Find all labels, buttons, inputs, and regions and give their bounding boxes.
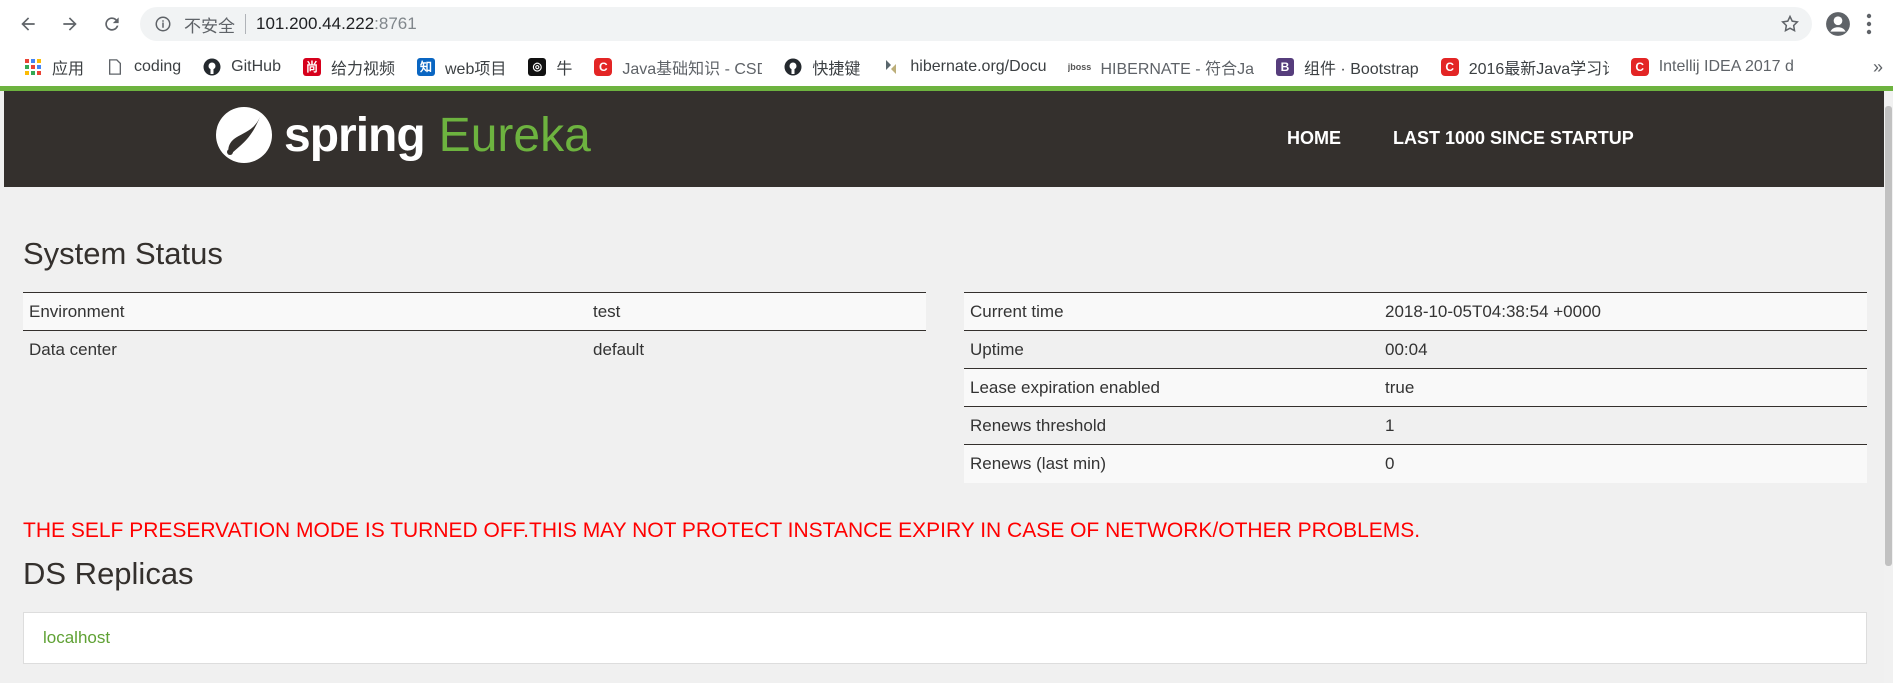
bookmark-video[interactable]: 尚 给力视频 (302, 55, 395, 79)
profile-icon[interactable] (1825, 11, 1851, 37)
ds-replicas-panel: localhost (23, 612, 1867, 664)
bookmark-web-project[interactable]: 知 web项目 (416, 55, 507, 79)
bookmark-label: 快捷键 (812, 60, 861, 78)
bookmark-label: 2016最新Java学习计 (1468, 60, 1609, 78)
github-icon (203, 58, 221, 76)
nav-last-1000[interactable]: LAST 1000 SINCE STARTUP (1393, 128, 1634, 149)
back-arrow-icon[interactable] (14, 10, 42, 38)
bookmark-apps[interactable]: 应用 (24, 55, 84, 79)
status-key: Lease expiration enabled (964, 368, 1379, 407)
bookmark-label: 牛 (556, 60, 573, 78)
security-label: 不安全 (184, 16, 235, 36)
github-icon (784, 58, 802, 76)
info-icon[interactable] (154, 15, 172, 33)
bookmark-bootstrap[interactable]: B 组件 · Bootstrap (1275, 55, 1419, 79)
scrollbar-thumb[interactable] (1885, 106, 1892, 566)
table-row: Lease expiration enabled true (964, 368, 1867, 407)
bootstrap-icon: B (1275, 57, 1294, 76)
table-row: Renews threshold 1 (964, 406, 1867, 445)
bookmark-coding[interactable]: coding (106, 58, 181, 76)
shang-icon: 尚 (302, 57, 321, 76)
bookmark-label: hibernate.org/Docu (910, 57, 1047, 75)
system-status-title: System Status (23, 236, 223, 271)
status-value: default (587, 330, 926, 369)
status-value: 2018-10-05T04:38:54 +0000 (1379, 292, 1867, 331)
bookmark-java-plan[interactable]: C 2016最新Java学习计 (1440, 55, 1609, 79)
bookmark-csdn-java[interactable]: C Java基础知识 - CSDN (594, 55, 762, 79)
csdn-icon: C (1630, 57, 1649, 76)
csdn-icon: C (594, 57, 613, 76)
table-row: Current time 2018-10-05T04:38:54 +0000 (964, 292, 1867, 331)
self-preservation-warning: THE SELF PRESERVATION MODE IS TURNED OFF… (23, 519, 1421, 542)
bookmark-label: HIBERNATE - 符合Ja (1100, 60, 1254, 78)
reload-icon[interactable] (98, 10, 126, 38)
bookmark-label: GitHub (231, 57, 281, 75)
url-port: :8761 (374, 14, 417, 33)
menu-dots-icon[interactable] (1864, 11, 1874, 37)
bookmark-niu[interactable]: ◎ 牛 (528, 55, 572, 79)
apps-grid-icon (24, 58, 42, 76)
table-row: Renews (last min) 0 (964, 444, 1867, 483)
status-value: 1 (1379, 406, 1867, 445)
brand-eureka: Eureka (438, 108, 591, 162)
browser-toolbar: 不安全 101.200.44.222:8761 (0, 0, 1893, 47)
url-host: 101.200.44.222 (256, 14, 375, 33)
table-row: Uptime 00:04 (964, 330, 1867, 369)
divider (245, 14, 246, 34)
replica-link[interactable]: localhost (43, 628, 110, 648)
table-row: Environment test (23, 292, 926, 331)
jboss-icon: jboss (1068, 61, 1092, 72)
status-value: 0 (1379, 444, 1867, 483)
page-scrollbar[interactable] (1884, 91, 1893, 683)
niu-icon: ◎ (528, 57, 547, 76)
status-key: Uptime (964, 330, 1379, 369)
spring-leaf-icon (216, 107, 272, 163)
bookmark-hibernate-jboss[interactable]: jboss HIBERNATE - 符合Ja (1068, 55, 1254, 79)
status-value: 00:04 (1379, 330, 1867, 369)
status-key: Current time (964, 292, 1379, 331)
bookmark-intellij[interactable]: C Intellij IDEA 2017 d (1630, 57, 1794, 76)
bookmark-label: web项目 (444, 60, 507, 78)
eureka-navbar: spring Eureka HOME LAST 1000 SINCE START… (4, 91, 1884, 187)
status-key: Renews (last min) (964, 444, 1379, 483)
brand-spring: spring (284, 108, 426, 162)
address-bar[interactable]: 不安全 101.200.44.222:8761 (140, 7, 1812, 41)
forward-arrow-icon[interactable] (56, 10, 84, 38)
status-key: Data center (23, 330, 587, 369)
status-key: Renews threshold (964, 406, 1379, 445)
status-value: true (1379, 368, 1867, 407)
nav-home[interactable]: HOME (1287, 128, 1341, 149)
system-status-table-right: Current time 2018-10-05T04:38:54 +0000 U… (964, 292, 1867, 483)
bookmark-label: Intellij IDEA 2017 d (1658, 57, 1794, 75)
bookmark-label: Java基础知识 - CSDN (622, 60, 762, 78)
bookmark-hibernate-docs[interactable]: hibernate.org/Docu (882, 58, 1046, 76)
system-status-table-left: Environment test Data center default (23, 292, 926, 369)
status-key: Environment (23, 292, 587, 331)
table-row: Data center default (23, 330, 926, 369)
page-icon (106, 58, 124, 76)
bookmarks-overflow-button[interactable]: » (1873, 57, 1883, 78)
bookmark-label: 给力视频 (330, 60, 395, 78)
bookmark-label: 组件 · Bootstrap (1303, 60, 1419, 78)
bookmark-star-icon[interactable] (1780, 14, 1800, 34)
status-value: test (587, 292, 926, 331)
bookmark-label: coding (134, 57, 182, 75)
bookmark-shortcuts[interactable]: 快捷键 (784, 55, 860, 79)
zhihu-icon: 知 (416, 57, 435, 76)
bookmark-label: 应用 (52, 60, 85, 78)
spring-eureka-logo[interactable]: spring Eureka (214, 105, 591, 165)
bookmark-github[interactable]: GitHub (203, 58, 281, 76)
ds-replicas-title: DS Replicas (23, 556, 194, 591)
bookmarks-bar: 应用 coding GitHub 尚 给力视频 知 web项目 ◎ 牛 C Ja… (0, 47, 1893, 86)
csdn-icon: C (1440, 57, 1459, 76)
hibernate-icon (882, 58, 900, 76)
